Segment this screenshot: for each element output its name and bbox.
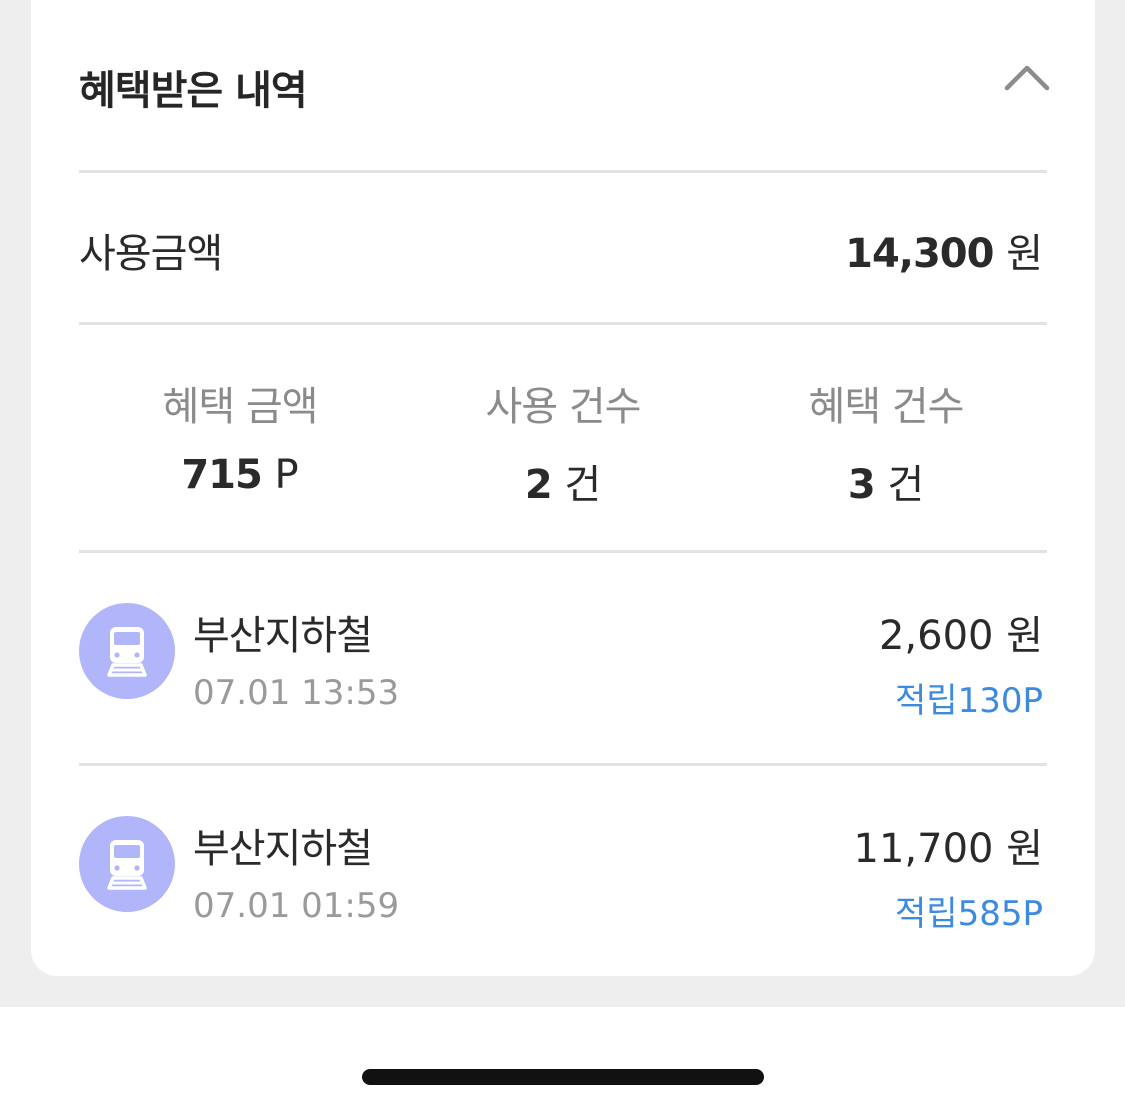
stat-number: 3 <box>847 462 876 508</box>
transaction-merchant: 부산지하철 <box>193 613 373 659</box>
stat-value: 715 P <box>79 452 401 498</box>
benefit-history-card: 혜택받은 내역 사용금액 14,300 원 혜택 금액 715 P 사용 건수 … <box>31 0 1095 976</box>
stat-label: 사용 건수 <box>485 384 642 430</box>
total-amount-value: 14,300 원 <box>845 221 1043 279</box>
total-amount-unit: 원 <box>1006 231 1043 277</box>
train-icon <box>107 627 147 677</box>
stats-row: 혜택 금액 715 P 사용 건수 2 건 혜택 건수 3 건 <box>79 326 1047 550</box>
total-amount-number: 14,300 <box>845 231 994 277</box>
stat-number: 715 <box>181 452 262 498</box>
stat-label: 혜택 건수 <box>808 384 965 430</box>
home-indicator[interactable] <box>362 1069 764 1085</box>
transaction-time: 07.01 01:59 <box>193 886 400 926</box>
stat-label: 혜택 금액 <box>162 384 319 430</box>
divider <box>79 322 1047 325</box>
transaction-item[interactable]: 부산지하철 07.01 01:59 11,700 원 적립585P <box>79 766 1047 976</box>
transaction-time: 07.01 13:53 <box>193 673 400 713</box>
transaction-merchant: 부산지하철 <box>193 826 373 872</box>
train-icon <box>107 840 147 890</box>
stat-value: 3 건 <box>725 452 1047 510</box>
transaction-reward: 적립585P <box>895 894 1043 934</box>
total-amount-label: 사용금액 <box>79 231 223 277</box>
stat-unit: P <box>274 452 299 498</box>
stat-number: 2 <box>524 462 553 508</box>
total-amount-row: 사용금액 14,300 원 <box>79 173 1047 323</box>
stat-unit: 건 <box>887 462 925 508</box>
transaction-amount: 11,700 원 <box>853 826 1043 872</box>
train-icon-badge <box>79 603 175 699</box>
card-title: 혜택받은 내역 <box>79 68 308 114</box>
train-icon-badge <box>79 816 175 912</box>
transaction-reward: 적립130P <box>895 681 1043 721</box>
chevron-up-icon <box>1004 65 1050 91</box>
card-header[interactable]: 혜택받은 내역 <box>79 0 1050 170</box>
transaction-amount: 2,600 원 <box>878 613 1043 659</box>
collapse-button[interactable] <box>999 52 1055 104</box>
transaction-item[interactable]: 부산지하철 07.01 13:53 2,600 원 적립130P <box>79 553 1047 763</box>
stat-unit: 건 <box>564 462 602 508</box>
stat-value: 2 건 <box>402 452 724 510</box>
